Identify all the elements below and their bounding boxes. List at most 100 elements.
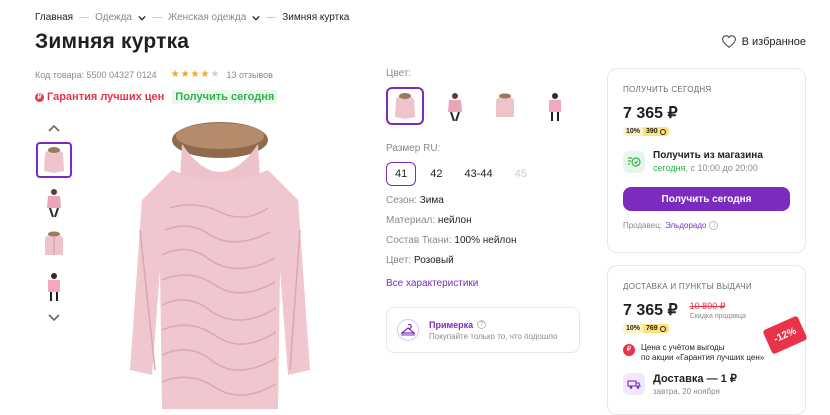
star-icon: ★	[190, 69, 200, 80]
jacket-back-image	[44, 147, 64, 173]
breadcrumb-home[interactable]: Главная	[35, 12, 73, 23]
breadcrumb-womens[interactable]: Женская одежда	[168, 12, 246, 23]
card-header: ДОСТАВКА И ПУНКТЫ ВЫДАЧИ	[623, 282, 752, 291]
spec-value: нейлон	[437, 215, 472, 226]
breadcrumb-separator: —	[152, 12, 162, 23]
guarantee-badge[interactable]: ₽ Гарантия лучших цен	[35, 91, 164, 103]
size-option-43-44[interactable]: 43-44	[457, 163, 501, 185]
star-icon: ★	[170, 69, 180, 80]
get-today-button[interactable]: Получить сегодня	[623, 187, 790, 211]
price-row: 7 365 ₽ 10 890 ₽ Скидка продавца	[623, 300, 790, 320]
jacket-front-image	[45, 231, 63, 255]
promo-note: ₽ Цена с учётом выгоды по акции «Гаранти…	[623, 343, 790, 364]
pickup-today-card: ПОЛУЧИТЬ СЕГОДНЯ 7 365 ₽ 10% 390 Получит…	[607, 68, 806, 253]
breadcrumb-current: Зимняя куртка	[282, 12, 350, 23]
seller-link[interactable]: Эльдорадо	[665, 221, 706, 230]
fitting-subtitle: Покупайте только то, что подошло	[429, 331, 558, 341]
spec-list: Сезон: Зима Материал: нейлон Состав Ткан…	[386, 195, 574, 266]
pickup-when: сегодня	[653, 163, 686, 173]
old-price: 10 890 ₽	[689, 301, 726, 311]
spec-row: Состав Ткани: 100% нейлон	[386, 235, 574, 246]
fitting-title: Примерка	[429, 319, 474, 330]
rating-stars[interactable]: ★ ★ ★ ★ ★ 13 отзывов	[170, 69, 273, 81]
info-icon[interactable]: ?	[477, 320, 487, 329]
spec-row: Цвет: Розовый	[386, 255, 574, 266]
model-side-image	[549, 93, 561, 121]
guarantee-label: Гарантия лучших цен	[47, 91, 165, 103]
heart-icon	[721, 35, 736, 48]
all-characteristics-link[interactable]: Все характеристики	[386, 278, 478, 289]
color-option-3[interactable]	[486, 87, 524, 125]
seller-label: Продавец:	[623, 221, 663, 230]
pickup-time: сегодня, с 10:00 до 20:00	[653, 163, 763, 173]
product-main-image[interactable]	[110, 120, 320, 409]
spec-key: Материал:	[386, 215, 436, 226]
color-label: Цвет:	[386, 68, 412, 79]
color-option-4[interactable]	[536, 87, 574, 125]
ruble-icon: ₽	[623, 344, 635, 356]
coin-icon	[659, 325, 666, 332]
hanger-icon	[397, 319, 419, 341]
bonus-badge: 10% 390	[623, 127, 790, 136]
breadcrumb-clothing[interactable]: Одежда	[95, 12, 132, 23]
delivery-truck-icon	[623, 372, 645, 395]
promo-line-1: Цена с учётом выгоды	[641, 343, 725, 352]
model-front-image	[448, 93, 462, 121]
info-icon[interactable]: i	[709, 221, 719, 230]
breadcrumb-separator: —	[79, 12, 90, 23]
breadcrumb: Главная — Одежда — Женская одежда — Зимн…	[35, 12, 349, 23]
color-options	[386, 87, 574, 125]
thumbnail-jacket-front[interactable]	[36, 226, 72, 262]
chevron-down-icon[interactable]	[138, 14, 146, 22]
delivery-title: Доставка — 1 ₽	[653, 372, 737, 385]
bonus-percent: 10%	[623, 127, 644, 136]
product-code: Код товара: 5500 04327 0124	[35, 70, 157, 80]
reviews-link[interactable]: 13 отзывов	[226, 70, 273, 80]
thumbnail-strip	[35, 122, 73, 324]
thumbnail-model-front[interactable]	[36, 184, 72, 220]
bonus-value: 390	[646, 128, 658, 135]
chevron-up-icon[interactable]	[47, 122, 61, 136]
ruble-icon: ₽	[35, 92, 44, 102]
bonus-percent: 10%	[623, 324, 644, 333]
pickup-row: Получить из магазина сегодня, с 10:00 до…	[623, 150, 790, 173]
today-badge[interactable]: Получить сегодня	[172, 90, 278, 104]
store-pickup-icon	[623, 150, 645, 173]
delivery-date: завтра, 20 ноября	[653, 386, 720, 396]
promo-badges: ₽ Гарантия лучших цен Получить сегодня	[35, 90, 278, 104]
spec-row: Материал: нейлон	[386, 215, 574, 226]
breadcrumb-separator: —	[266, 12, 277, 23]
size-option-42[interactable]: 42	[422, 163, 450, 185]
spec-key: Сезон:	[386, 195, 417, 206]
spec-value: 100% нейлон	[454, 235, 517, 246]
jacket-front-image	[496, 93, 514, 117]
jacket-back-image	[395, 93, 415, 119]
spec-row: Сезон: Зима	[386, 195, 574, 206]
delivery-row[interactable]: Доставка — 1 ₽ завтра, 20 ноября	[623, 372, 790, 396]
spec-key: Состав Ткани:	[386, 235, 452, 246]
card-header: ПОЛУЧИТЬ СЕГОДНЯ	[623, 85, 712, 94]
chevron-down-icon[interactable]	[252, 14, 260, 22]
thumbnail-model-side[interactable]	[36, 268, 72, 304]
bonus-amount: 390	[643, 127, 669, 136]
size-options: 41 42 43-44 45	[386, 162, 574, 186]
seller-row: Продавец: Эльдорадо i	[623, 221, 790, 230]
product-meta: Код товара: 5500 04327 0124 ★ ★ ★ ★ ★ 13…	[35, 69, 273, 81]
bonus-value: 769	[646, 325, 658, 332]
favorite-label: В избранное	[741, 35, 806, 48]
size-option-41[interactable]: 41	[386, 162, 417, 186]
thumbnail-jacket-back[interactable]	[36, 142, 72, 178]
model-front-image	[47, 189, 61, 217]
chevron-down-icon[interactable]	[47, 310, 61, 324]
star-icon: ★	[210, 69, 220, 80]
fitting-card[interactable]: Примерка? Покупайте только то, что подош…	[386, 307, 580, 353]
color-option-2[interactable]	[436, 87, 474, 125]
model-side-image	[48, 273, 60, 301]
product-attributes: Цвет: Размер RU: 41 42 43-44 45 Сезон: З…	[386, 68, 574, 289]
color-option-1[interactable]	[386, 87, 424, 125]
size-option-45: 45	[514, 168, 527, 180]
promo-line-2: по акции «Гарантия лучших цен»	[641, 353, 765, 363]
old-price-block: 10 890 ₽ Скидка продавца	[690, 301, 746, 320]
favorite-button[interactable]: В избранное	[721, 35, 806, 48]
coin-icon	[659, 128, 666, 135]
